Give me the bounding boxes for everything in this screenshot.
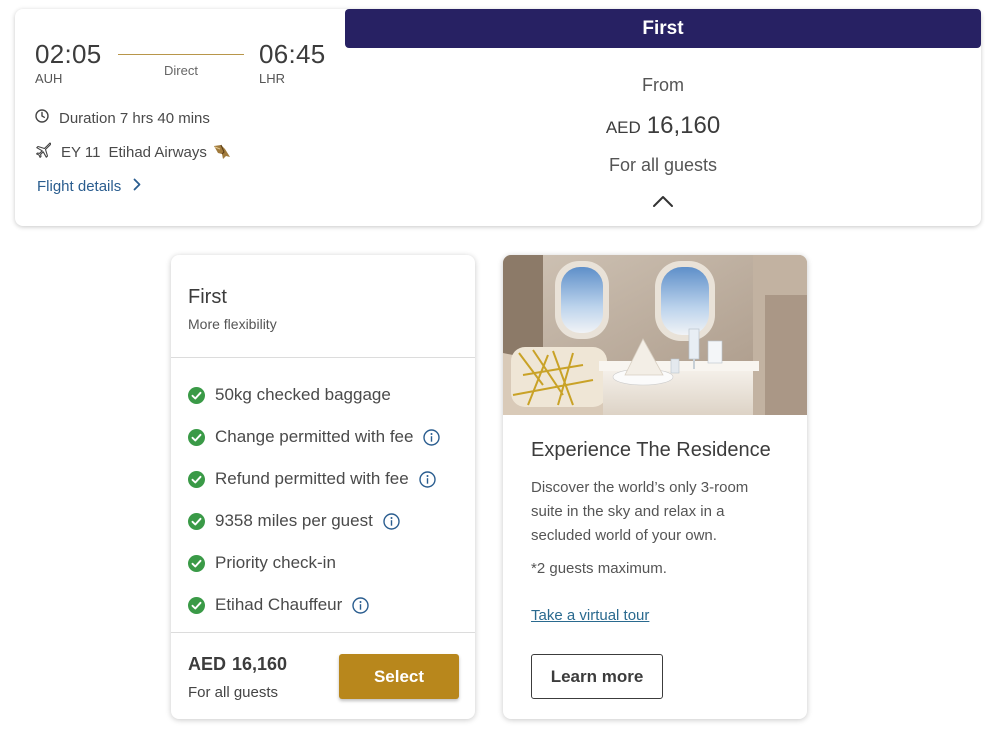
info-icon[interactable] [383, 512, 400, 530]
duration-row: Duration 7 hrs 40 mins [35, 109, 210, 127]
cabin-header: First [345, 9, 981, 48]
virtual-tour-link[interactable]: Take a virtual tour [531, 607, 649, 624]
info-icon[interactable] [352, 596, 369, 614]
flight-details-label: Flight details [37, 178, 122, 195]
clock-icon [35, 109, 59, 127]
fare-name: First [188, 286, 227, 308]
fare-currency: AED [188, 654, 227, 674]
from-label: From [642, 75, 684, 95]
fare-card-first: First More flexibility 50kg checked bagg… [171, 255, 475, 719]
departure-time: 02:05 [35, 39, 102, 69]
residence-promo-card: Experience The Residence Discover the wo… [503, 255, 807, 719]
benefits-list: 50kg checked baggage Change permitted wi… [188, 374, 441, 626]
divider [171, 632, 475, 633]
benefit-label: Change permitted with fee [215, 427, 414, 446]
arrival-time: 06:45 [259, 39, 326, 69]
chevron-right-icon [121, 178, 141, 195]
arrival-airport-code: LHR [259, 71, 286, 86]
benefit-label: Priority check-in [215, 553, 336, 572]
fare-price: AED 16,160 [188, 654, 287, 675]
info-icon[interactable] [419, 470, 436, 488]
check-circle-icon [188, 554, 205, 572]
check-circle-icon [188, 470, 205, 488]
summary-price: AED 16,160 [345, 112, 981, 140]
route-line [118, 54, 244, 55]
fare-guests-label: For all guests [188, 684, 279, 701]
residence-guest-note: *2 guests maximum. [531, 560, 667, 577]
divider [171, 357, 475, 358]
summary-currency: AED [605, 118, 641, 137]
learn-more-button[interactable]: Learn more [531, 654, 663, 699]
departure-airport-code: AUH [35, 71, 63, 86]
check-circle-icon [188, 386, 205, 404]
info-icon[interactable] [423, 428, 441, 446]
stops-label: Direct [164, 63, 198, 78]
benefit-item: Priority check-in [188, 542, 440, 584]
airline-name: Etihad Airways [108, 143, 207, 161]
duration-text: Duration 7 hrs 40 mins [59, 109, 210, 127]
fare-amount: 16,160 [232, 654, 288, 674]
fare-subtitle: More flexibility [188, 316, 277, 332]
benefit-label: Etihad Chauffeur [215, 595, 343, 614]
check-circle-icon [188, 512, 205, 530]
benefit-label: Refund permitted with fee [215, 469, 409, 488]
flight-summary-card: 02:05 AUH Direct 06:45 LHR Duration 7 hr… [15, 9, 981, 226]
benefit-item: Refund permitted with fee [188, 458, 440, 500]
benefit-item: 9358 miles per guest [188, 500, 440, 542]
residence-title: Experience The Residence [531, 439, 771, 461]
check-circle-icon [188, 596, 205, 614]
benefit-label: 9358 miles per guest [215, 511, 373, 530]
check-circle-icon [188, 428, 205, 446]
flight-number-row: EY 11 Etihad Airways [35, 142, 241, 162]
select-button[interactable]: Select [339, 654, 459, 699]
plane-icon [35, 142, 61, 162]
flight-details-link[interactable]: Flight details [37, 178, 141, 195]
residence-description: Discover the world’s only 3-room suite i… [531, 479, 749, 544]
benefit-item: Etihad Chauffeur [188, 584, 440, 626]
summary-amount: 16,160 [646, 112, 721, 139]
chevron-up-icon[interactable] [652, 195, 674, 213]
benefit-item: 50kg checked baggage [188, 374, 440, 416]
falcon-logo [213, 144, 241, 160]
benefit-label: 50kg checked baggage [215, 385, 391, 404]
benefit-item: Change permitted with fee [188, 416, 441, 458]
summary-guests-label: For all guests [608, 155, 718, 175]
residence-cabin-photo [503, 255, 807, 415]
flight-number: EY 11 [61, 143, 101, 161]
